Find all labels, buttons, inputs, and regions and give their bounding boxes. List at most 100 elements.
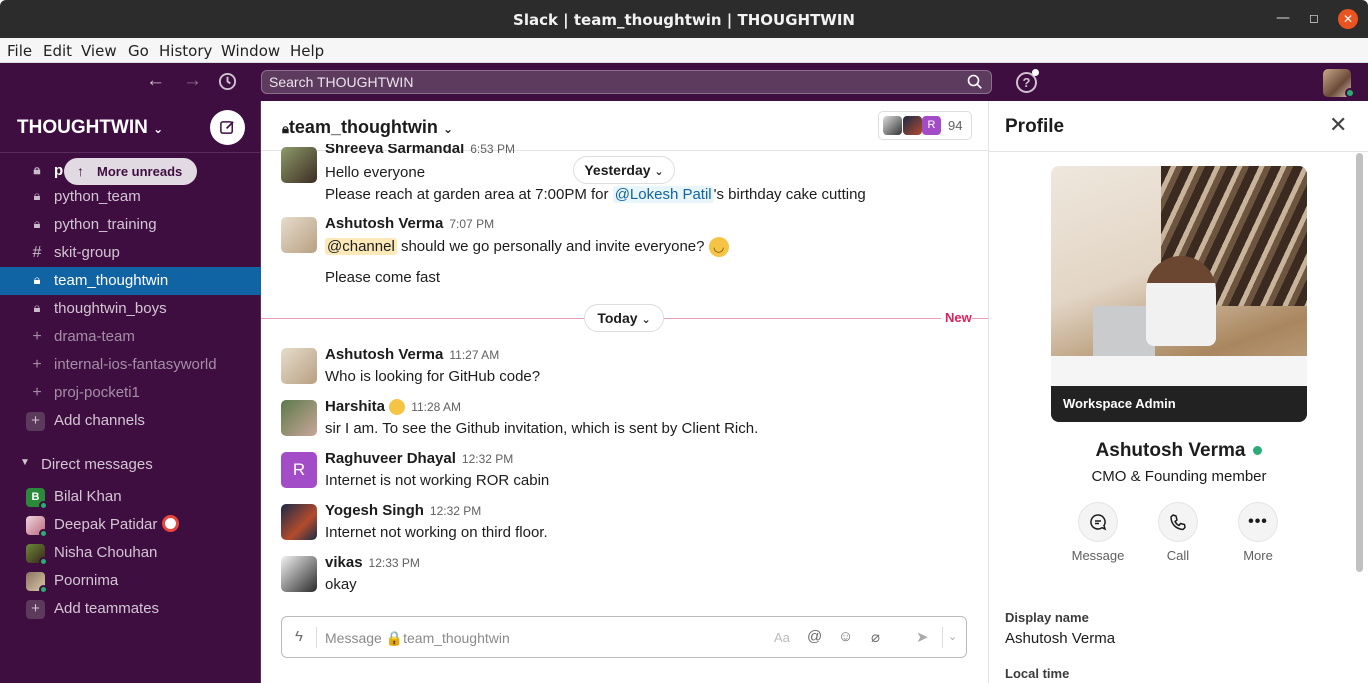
search-bar[interactable] bbox=[261, 70, 992, 94]
back-arrow-icon[interactable]: ← bbox=[146, 71, 165, 91]
dm-item-bilal-khan[interactable]: B Bilal Khan bbox=[0, 483, 261, 511]
presence-online-dot bbox=[39, 557, 48, 566]
send-options-chevron-icon[interactable]: ⌄ bbox=[948, 630, 957, 643]
lock-icon: 🔒︎ bbox=[33, 162, 41, 177]
workspace-name-label: THOUGHTWIN bbox=[17, 117, 148, 138]
maximize-icon[interactable]: ◻ bbox=[1309, 11, 1319, 25]
workspace-admin-badge: Workspace Admin bbox=[1051, 386, 1307, 422]
menu-history[interactable]: History bbox=[159, 42, 212, 60]
lock-icon: 🔒︎ bbox=[282, 121, 289, 136]
more-action-button[interactable]: ••• More bbox=[1218, 502, 1298, 563]
message-action-button[interactable]: Message bbox=[1058, 502, 1138, 563]
sidebar-item-thoughtwin-boys[interactable]: 🔒︎ thoughtwin_boys bbox=[0, 295, 261, 323]
more-dots-icon: ••• bbox=[1238, 502, 1278, 542]
dm-item-nisha-chouhan[interactable]: Nisha Chouhan bbox=[0, 539, 261, 567]
local-time-label: Local time bbox=[1005, 666, 1070, 681]
plus-icon: + bbox=[32, 356, 42, 373]
message-author: Ashutosh Verma 7:07 PM bbox=[325, 215, 495, 232]
more-action-label: More bbox=[1243, 548, 1273, 563]
menu-window[interactable]: Window bbox=[221, 42, 280, 60]
add-channels-button[interactable]: + Add channels bbox=[0, 407, 261, 435]
channel-title[interactable]: 🔒︎team_thoughtwin ⌄ bbox=[282, 117, 453, 138]
arrow-up-icon: ↑ bbox=[77, 163, 84, 179]
date-divider-today[interactable]: Today ⌄ bbox=[584, 304, 664, 332]
help-notification-dot bbox=[1032, 69, 1039, 76]
menu-go[interactable]: Go bbox=[128, 42, 149, 60]
sidebar-item-python-training[interactable]: 🔒︎ python_training bbox=[0, 211, 261, 239]
mention-icon[interactable]: @ bbox=[807, 628, 822, 645]
menu-edit[interactable]: Edit bbox=[43, 42, 72, 60]
hash-icon: # bbox=[32, 244, 42, 261]
scrollbar[interactable] bbox=[1356, 153, 1363, 572]
user-mention[interactable]: @Lokesh Patil bbox=[612, 186, 714, 203]
lightning-shortcut-icon[interactable]: ϟ bbox=[295, 628, 303, 645]
message-text: Internet is not working ROR cabin bbox=[325, 472, 550, 489]
add-teammates-button[interactable]: + Add teammates bbox=[0, 595, 261, 623]
add-channels-label: Add channels bbox=[54, 412, 145, 429]
dm-name: Nisha Chouhan bbox=[54, 544, 158, 561]
avatar bbox=[281, 400, 317, 436]
menu-view[interactable]: View bbox=[81, 42, 117, 60]
smile-emoji-icon: ◡ bbox=[708, 237, 729, 257]
message-bubble-icon bbox=[1078, 502, 1118, 542]
dm-item-poornima[interactable]: Poornima bbox=[0, 567, 261, 595]
plus-icon: + bbox=[26, 412, 45, 431]
top-bar: ← → ? bbox=[0, 63, 1368, 101]
search-icon[interactable] bbox=[967, 74, 983, 95]
attachment-icon[interactable]: ⌀ bbox=[871, 628, 880, 646]
message-text: Hello everyone bbox=[325, 164, 426, 181]
minimize-icon[interactable]: — bbox=[1276, 10, 1290, 26]
message-text: Who is looking for GitHub code? bbox=[325, 368, 541, 385]
plus-icon: + bbox=[32, 384, 42, 401]
menu-bar: File Edit View Go History Window Help bbox=[0, 38, 1368, 63]
message-action-label: Message bbox=[1071, 548, 1125, 563]
member-list-button[interactable]: R 94 bbox=[878, 111, 972, 140]
more-unreads-button[interactable]: ↑ More unreads bbox=[64, 158, 197, 185]
profile-divider bbox=[989, 151, 1368, 152]
call-action-button[interactable]: Call bbox=[1138, 502, 1218, 563]
target-status-icon bbox=[162, 515, 179, 532]
sidebar-item-internal-ios-fantasyworld[interactable]: + internal-ios-fantasyworld bbox=[0, 351, 261, 379]
channel-mention: @channel bbox=[325, 237, 397, 255]
lock-icon: 🔒︎ bbox=[33, 188, 41, 203]
sidebar-item-team-thoughtwin[interactable]: 🔒︎ team_thoughtwin bbox=[0, 267, 261, 295]
message-composer: ϟ Aa @ ☺ ⌀ ➤ ⌄ bbox=[281, 616, 967, 658]
add-teammates-label: Add teammates bbox=[54, 600, 160, 617]
new-label: New bbox=[941, 310, 972, 325]
message-text: Internet not working on third floor. bbox=[325, 524, 548, 541]
format-text-icon[interactable]: Aa bbox=[774, 630, 790, 645]
compose-icon bbox=[220, 121, 234, 134]
avatar bbox=[281, 217, 317, 253]
menu-help[interactable]: Help bbox=[290, 42, 324, 60]
dm-name: Poornima bbox=[54, 572, 119, 589]
history-clock-icon[interactable] bbox=[218, 72, 237, 96]
message-text: Please come fast bbox=[325, 269, 441, 286]
sidebar-item-python-team[interactable]: 🔒︎ python_team bbox=[0, 183, 261, 211]
channel-name: team_thoughtwin bbox=[288, 117, 438, 137]
smile-emoji-icon bbox=[389, 399, 406, 416]
menu-file[interactable]: File bbox=[7, 42, 32, 60]
sidebar-divider bbox=[0, 152, 261, 153]
compose-button[interactable] bbox=[210, 110, 245, 145]
sidebar-item-skit-group[interactable]: # skit-group bbox=[0, 239, 261, 267]
search-input[interactable] bbox=[269, 74, 949, 90]
sidebar-item-proj-pocketi1[interactable]: + proj-pocketi1 bbox=[0, 379, 261, 407]
dm-item-deepak-patidar[interactable]: Deepak Patidar bbox=[0, 511, 261, 539]
emoji-icon[interactable]: ☺ bbox=[838, 628, 853, 645]
close-window-icon[interactable]: ✕ bbox=[1338, 9, 1358, 29]
member-avatar: R bbox=[922, 116, 941, 135]
date-divider-yesterday[interactable]: Yesterday ⌄ bbox=[573, 156, 675, 184]
caret-down-icon: ▼ bbox=[20, 457, 30, 468]
profile-photo[interactable]: Workspace Admin bbox=[1051, 166, 1307, 422]
message-input[interactable] bbox=[325, 629, 745, 647]
sidebar-item-drama-team[interactable]: + drama-team bbox=[0, 323, 261, 351]
avatar: R bbox=[281, 452, 317, 488]
workspace-name[interactable]: THOUGHTWIN ⌄ bbox=[17, 117, 163, 139]
dm-name: Bilal Khan bbox=[54, 488, 122, 505]
direct-messages-label: Direct messages bbox=[41, 456, 153, 473]
forward-arrow-icon[interactable]: → bbox=[183, 71, 202, 91]
close-icon[interactable]: ✕ bbox=[1329, 114, 1347, 136]
send-icon[interactable]: ➤ bbox=[916, 628, 929, 646]
direct-messages-header[interactable]: ▼ Direct messages bbox=[0, 451, 261, 477]
message-text: sir I am. To see the Github invitation, … bbox=[325, 420, 759, 437]
